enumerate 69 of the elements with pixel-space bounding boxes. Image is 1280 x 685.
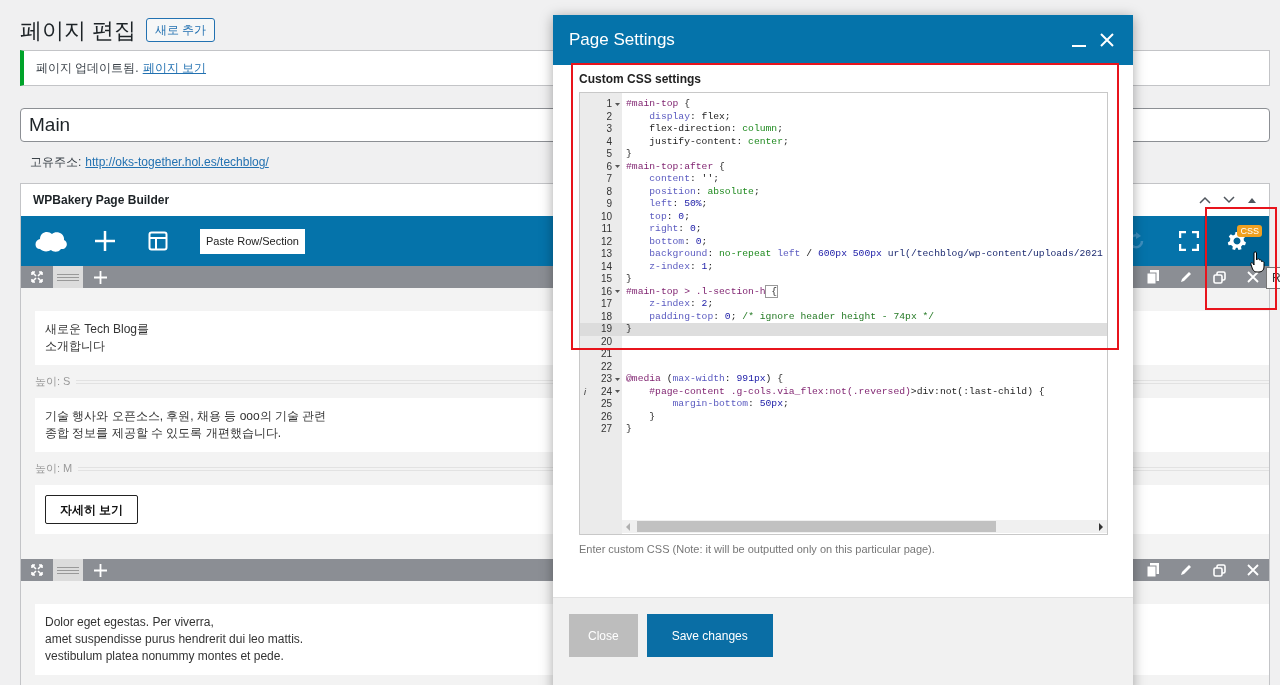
code-line: z-index: 1;	[648, 260, 714, 273]
line-number: 5	[605, 148, 612, 161]
line-number: 22	[599, 360, 612, 373]
code-line: position: absolute;	[648, 185, 760, 198]
modal-title: Page Settings	[569, 29, 675, 52]
permalink-link[interactable]: http://oks-together.hol.es/techblog/	[85, 153, 269, 171]
line-number: 3	[605, 123, 612, 136]
line-number: 7	[605, 173, 612, 186]
code-line: }	[626, 423, 632, 436]
line-number: 11	[600, 223, 612, 236]
panel-title: WPBakery Page Builder	[33, 192, 170, 209]
code-line: margin-bottom: 50px;	[671, 398, 789, 411]
code-line: }	[626, 323, 632, 336]
code-line: flex-direction: column;	[648, 123, 783, 136]
code-line: #page-content .g-cols.via_flex:not(.reversed)>div:not(:last-child) {	[648, 385, 1045, 398]
line-number: 14	[599, 260, 612, 273]
code-line: #main-top:after {	[626, 160, 725, 173]
line-number: 9	[605, 198, 612, 211]
line-number: 10	[599, 210, 612, 223]
line-number: 19	[599, 323, 612, 336]
block-text: 기술 행사와 오픈소스, 후원, 채용 등 ooo의 기술 관련 종합 정보를 제공할 수 있도록 개편했습니다.	[45, 408, 327, 442]
css-badge: CSS	[1237, 225, 1262, 237]
line-number: 6	[605, 160, 612, 173]
code-line: right: 0;	[648, 223, 702, 236]
spacer-label: 높이: S	[35, 374, 71, 390]
line-number: 18	[599, 310, 612, 323]
editor-hint: Enter custom CSS (Note: it will be outputted only on this particular page).	[579, 542, 936, 557]
code-line: bottom: 0;	[648, 235, 708, 248]
save-changes-button[interactable]: Save changes	[646, 614, 773, 657]
page-title: 페이지 편집	[20, 16, 137, 45]
line-number: 27	[599, 423, 612, 436]
code-line: }	[626, 273, 632, 286]
line-number: 20	[599, 335, 612, 348]
code-line: top: 0;	[648, 210, 690, 223]
notice-text: 페이지 업데이트됨.	[36, 60, 139, 77]
code-line: #main-top > .l-section-h {	[626, 285, 778, 298]
line-number: 8	[605, 185, 612, 198]
line-number: 26	[599, 410, 612, 423]
line-number: 23	[599, 373, 612, 386]
code-line: z-index: 2;	[648, 298, 714, 311]
block-text: 새로운 Tech Blog를 소개합니다	[45, 321, 150, 355]
line-number: 2	[605, 110, 612, 123]
code-line: left: 50%;	[648, 198, 708, 211]
line-number: 17	[599, 298, 612, 311]
permalink-label: 고유주소:	[30, 154, 82, 171]
code-line: padding-top: 0; /* ignore header height - 74px */	[648, 310, 935, 323]
code-line: display: flex;	[648, 110, 731, 123]
line-number: 1	[605, 98, 612, 111]
view-page-link[interactable]: 페이지 보기	[142, 59, 206, 77]
code-line: }	[648, 410, 656, 423]
add-new-button[interactable]: 새로 추가	[146, 18, 216, 42]
section-title: Custom CSS settings	[579, 72, 702, 86]
spacer-label: 높이: M	[35, 461, 73, 477]
code-line: justify-content: center;	[648, 135, 789, 148]
line-number: 16	[599, 285, 612, 298]
code-line: #main-top {	[626, 98, 690, 111]
code-line: background: no-repeat left / 600px 500px url(/techblog/wp-content/uploads/2021	[648, 248, 1103, 261]
line-number: 24	[599, 385, 612, 398]
code-line: content: '';	[648, 173, 720, 186]
view-more-button[interactable]: 자세히 보기	[45, 495, 139, 524]
line-number: 13	[599, 248, 612, 261]
line-number: 15	[599, 273, 612, 286]
block-text: Dolor eget egestas. Per viverra, amet suspendisse purus hendrerit dui leo mattis. vestibulum platea nonummy montes et pede.	[45, 614, 304, 665]
code-line: @media (max-width: 991px) {	[626, 373, 784, 386]
code-line: }	[626, 148, 632, 161]
line-number: 12	[599, 235, 612, 248]
info-marker: i	[583, 385, 587, 398]
paste-row-button[interactable]: Paste Row/Section	[200, 228, 305, 254]
line-number: 25	[599, 398, 612, 411]
